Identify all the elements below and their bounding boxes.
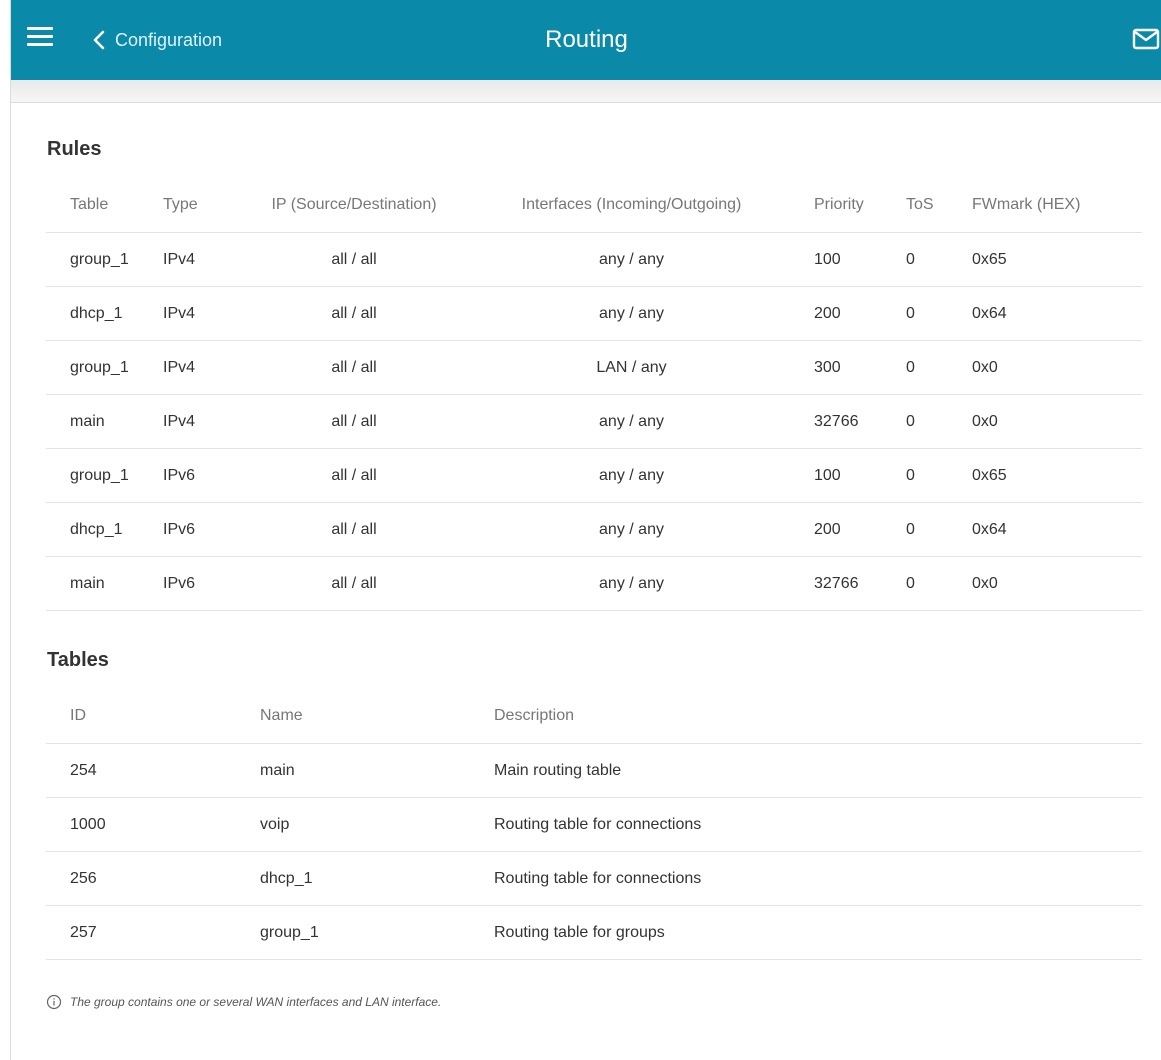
- tables-column-header: Description: [494, 689, 1142, 744]
- rules-cell: group_1: [46, 448, 160, 503]
- table-row[interactable]: 257 group_1 Routing table for groups: [46, 905, 1142, 960]
- table-row[interactable]: group_1 IPv4 all / all any / any 100 0 0x65: [46, 232, 1142, 287]
- rules-column-header: Type: [160, 178, 246, 233]
- table-row[interactable]: main IPv6 all / all any / any 32766 0 0x0: [46, 556, 1142, 611]
- rules-cell: 0x65: [966, 232, 1142, 287]
- rules-cell: 0x0: [966, 556, 1142, 611]
- tables-cell: Routing table for connections: [494, 797, 1142, 852]
- rules-cell: all / all: [246, 394, 462, 449]
- tables-column-header: ID: [46, 689, 260, 744]
- tables-cell: Routing table for groups: [494, 905, 1142, 960]
- tables-cell: Main routing table: [494, 743, 1142, 798]
- table-row[interactable]: group_1 IPv4 all / all LAN / any 300 0 0x0: [46, 340, 1142, 395]
- rules-cell: any / any: [462, 394, 801, 449]
- rules-cell: 0x64: [966, 286, 1142, 341]
- rules-cell: all / all: [246, 502, 462, 557]
- tables-body: 254 main Main routing table 1000 voip Routing…: [46, 743, 1142, 960]
- tables-section-title: Tables: [47, 649, 109, 671]
- table-row[interactable]: dhcp_1 IPv6 all / all any / any 200 0 0x64: [46, 502, 1142, 557]
- table-row[interactable]: main IPv4 all / all any / any 32766 0 0x0: [46, 394, 1142, 449]
- rules-column-header: Priority: [801, 178, 897, 233]
- info-circle-icon: [46, 994, 62, 1010]
- note-text: The group contains one or several WAN in…: [70, 995, 442, 1009]
- rules-cell: 32766: [801, 556, 897, 611]
- tables-cell: dhcp_1: [260, 851, 494, 906]
- rules-cell: any / any: [462, 556, 801, 611]
- rules-header-row: Table Type IP (Source/Destination) Interfac…: [46, 178, 1142, 233]
- rules-cell: dhcp_1: [46, 502, 160, 557]
- routing-tables-table: ID Name Description 254 main Main routing ta…: [46, 689, 1142, 960]
- rules-cell: IPv4: [160, 340, 246, 395]
- rules-cell: any / any: [462, 232, 801, 287]
- tables-column-header: Name: [260, 689, 494, 744]
- rules-cell: all / all: [246, 448, 462, 503]
- rules-cell: 0: [897, 286, 966, 341]
- group-note: The group contains one or several WAN in…: [46, 994, 441, 1010]
- rules-cell: main: [46, 394, 160, 449]
- rules-cell: all / all: [246, 286, 462, 341]
- rules-cell: 300: [801, 340, 897, 395]
- rules-cell: any / any: [462, 502, 801, 557]
- rules-cell: all / all: [246, 556, 462, 611]
- top-bar: Configuration Routing: [11, 0, 1161, 80]
- rules-cell: group_1: [46, 340, 160, 395]
- app-frame: Configuration Routing Rules Table Type IP …: [10, 0, 1161, 1060]
- tables-header-row: ID Name Description: [46, 689, 1142, 744]
- rules-body: group_1 IPv4 all / all any / any 100 0 0x65 dhc…: [46, 232, 1142, 611]
- table-row[interactable]: 256 dhcp_1 Routing table for connections: [46, 851, 1142, 906]
- rules-cell: 0: [897, 394, 966, 449]
- rules-cell: IPv6: [160, 556, 246, 611]
- rules-cell: 0: [897, 556, 966, 611]
- rules-column-header: Table: [46, 178, 160, 233]
- rules-cell: all / all: [246, 340, 462, 395]
- rules-cell: any / any: [462, 448, 801, 503]
- tables-cell: 256: [46, 851, 260, 906]
- rules-cell: group_1: [46, 232, 160, 287]
- rules-cell: 200: [801, 286, 897, 341]
- page-title: Routing: [545, 26, 628, 53]
- rules-cell: dhcp_1: [46, 286, 160, 341]
- rules-cell: 0: [897, 502, 966, 557]
- tables-cell: voip: [260, 797, 494, 852]
- rules-cell: IPv4: [160, 394, 246, 449]
- rules-cell: IPv4: [160, 232, 246, 287]
- rules-column-header: Interfaces (Incoming/Outgoing): [462, 178, 801, 233]
- rules-column-header: FWmark (HEX): [966, 178, 1142, 233]
- rules-cell: main: [46, 556, 160, 611]
- tables-cell: 257: [46, 905, 260, 960]
- header-shadow: [11, 80, 1161, 103]
- rules-cell: 0: [897, 340, 966, 395]
- tables-cell: group_1: [260, 905, 494, 960]
- tables-cell: 1000: [46, 797, 260, 852]
- table-row[interactable]: 254 main Main routing table: [46, 743, 1142, 798]
- rules-cell: IPv4: [160, 286, 246, 341]
- rules-section-title: Rules: [47, 138, 102, 160]
- rules-cell: 100: [801, 232, 897, 287]
- rules-cell: 0x64: [966, 502, 1142, 557]
- rules-cell: IPv6: [160, 502, 246, 557]
- tables-cell: 254: [46, 743, 260, 798]
- tables-cell: Routing table for connections: [494, 851, 1142, 906]
- envelope-icon[interactable]: [1132, 28, 1160, 52]
- rules-cell: 0: [897, 448, 966, 503]
- rules-cell: 100: [801, 448, 897, 503]
- rules-cell: LAN / any: [462, 340, 801, 395]
- table-row[interactable]: 1000 voip Routing table for connections: [46, 797, 1142, 852]
- rules-cell: 0x0: [966, 340, 1142, 395]
- rules-cell: 0x0: [966, 394, 1142, 449]
- rules-column-header: ToS: [897, 178, 966, 233]
- rules-cell: IPv6: [160, 448, 246, 503]
- rules-cell: all / all: [246, 232, 462, 287]
- table-row[interactable]: dhcp_1 IPv4 all / all any / any 200 0 0x64: [46, 286, 1142, 341]
- rules-cell: 0: [897, 232, 966, 287]
- rules-table: Table Type IP (Source/Destination) Interfac…: [46, 178, 1142, 611]
- tables-cell: main: [260, 743, 494, 798]
- table-row[interactable]: group_1 IPv6 all / all any / any 100 0 0x65: [46, 448, 1142, 503]
- rules-cell: 32766: [801, 394, 897, 449]
- rules-cell: 200: [801, 502, 897, 557]
- rules-cell: any / any: [462, 286, 801, 341]
- rules-cell: 0x65: [966, 448, 1142, 503]
- rules-column-header: IP (Source/Destination): [246, 178, 462, 233]
